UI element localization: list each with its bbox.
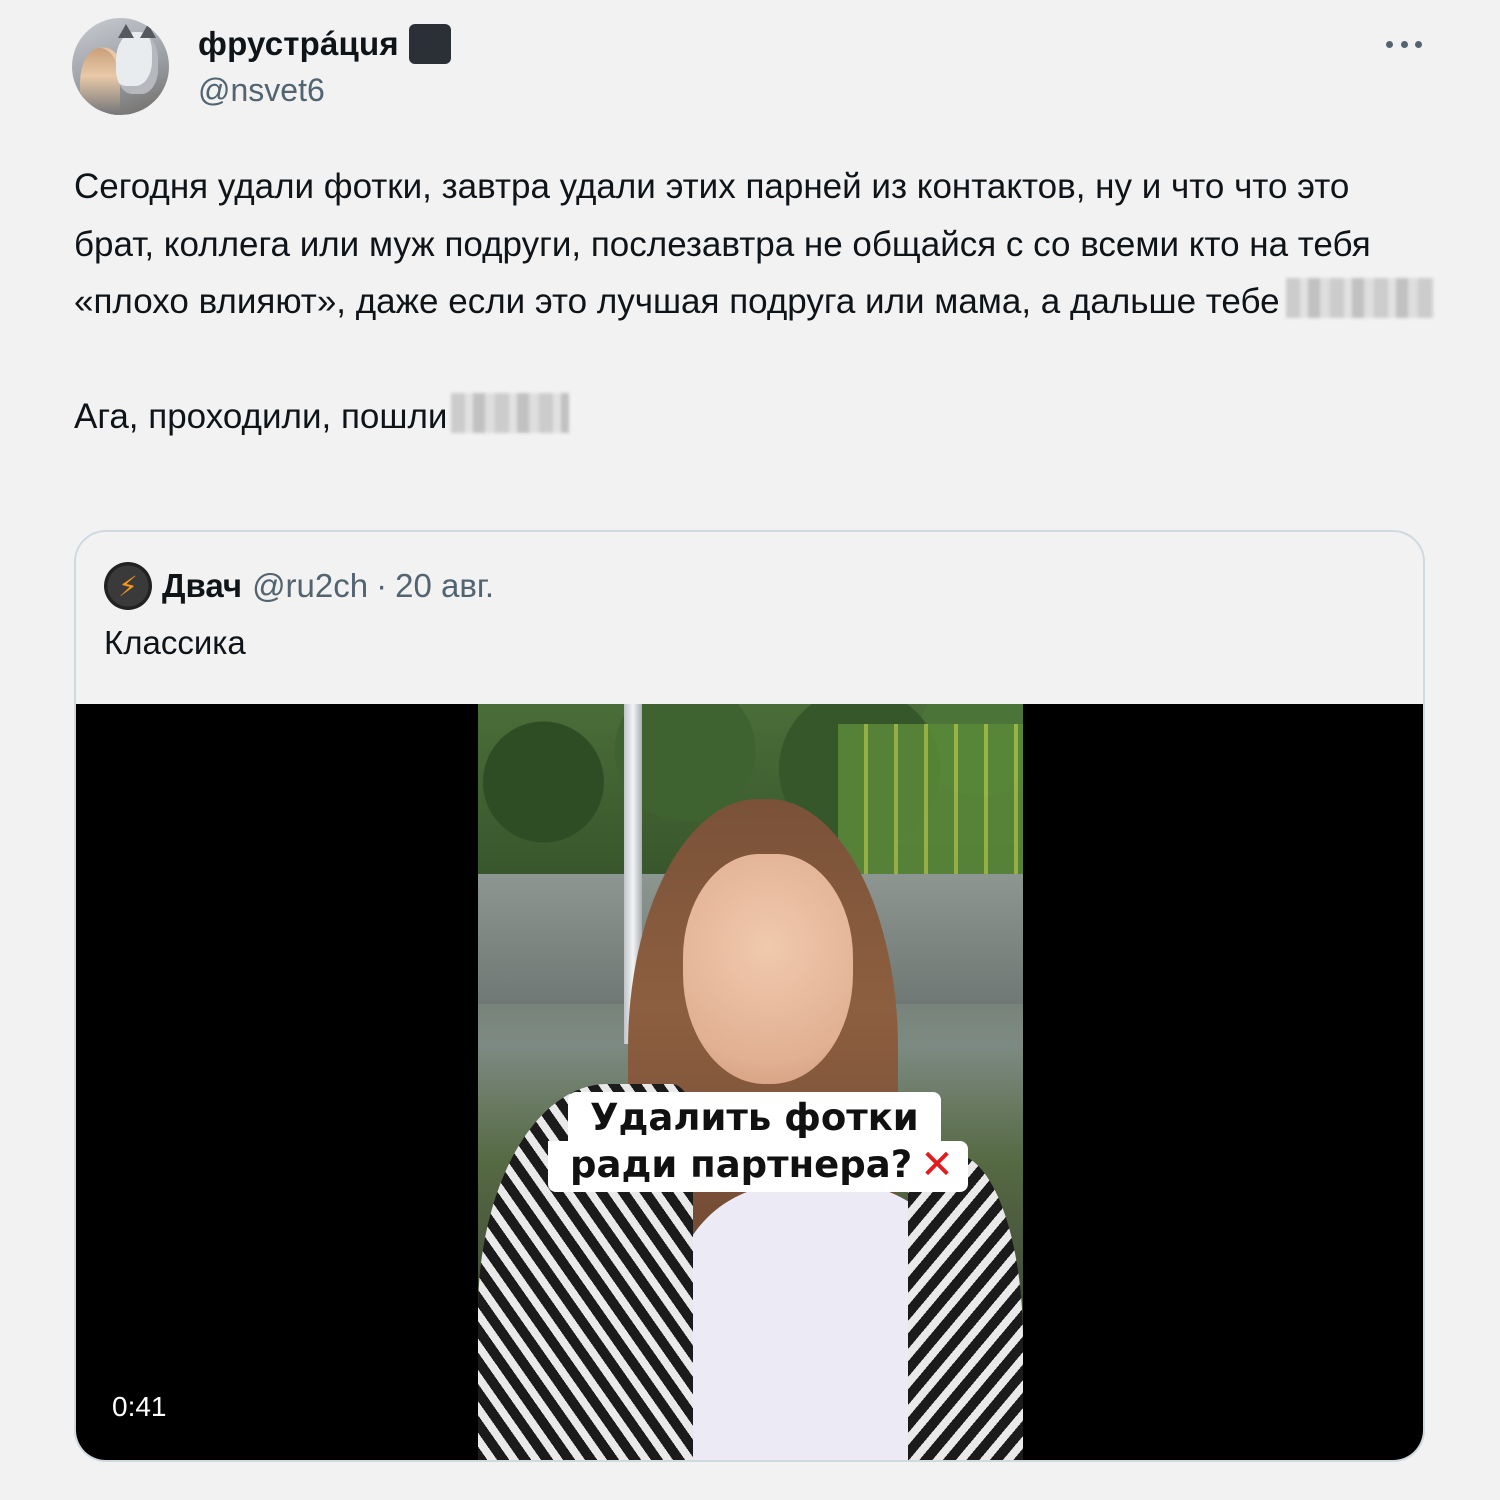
video-player[interactable]: Удалить фотки ради партнера? ✕ 0:41 (76, 704, 1423, 1460)
author-handle[interactable]: @nsvet6 (198, 72, 325, 109)
blurred-censor-icon (1285, 278, 1434, 318)
quoted-separator: · (376, 567, 388, 604)
quoted-header: Двач @ru2ch · 20 авг. (162, 562, 494, 610)
more-dot-icon (1400, 40, 1408, 48)
video-frame: Удалить фотки ради партнера? ✕ (478, 704, 1023, 1460)
video-duration: 0:41 (104, 1389, 175, 1425)
tweet-paragraph-1-text: Сегодня удали фотки, завтра удали этих п… (74, 167, 1371, 321)
video-jacket-right (908, 1154, 1023, 1460)
quoted-display-name[interactable]: Двач (162, 567, 242, 605)
quoted-date[interactable]: 20 авг. (395, 567, 494, 605)
tweet-paragraph-2-text: Ага, проходили, пошли (74, 396, 448, 436)
video-caption-line-2-text: ради партнера? (570, 1143, 913, 1186)
video-caption-line-2: ради партнера? ✕ (548, 1141, 968, 1192)
quoted-text: Классика (104, 624, 246, 661)
tweet-text: Сегодня удали фотки, завтра удали этих п… (74, 158, 1434, 445)
more-dot-icon (1415, 40, 1422, 48)
red-cross-icon: ✕ (920, 1141, 954, 1188)
tweet-paragraph-1: Сегодня удали фотки, завтра удали этих п… (74, 158, 1434, 331)
blurred-censor-icon (451, 392, 570, 433)
avatar-cat (116, 24, 158, 94)
name-emoji-square-icon (408, 24, 451, 64)
tweet: фрустрáцuя @nsvet6 Сегодня удали фотки, … (0, 0, 1500, 1500)
avatar-person (80, 48, 120, 115)
quoted-avatar[interactable]: ⚡ (104, 562, 152, 610)
video-caption-line-1: Удалить фотки (568, 1092, 941, 1141)
video-caption: Удалить фотки ради партнера? ✕ (548, 1092, 968, 1192)
quoted-tweet[interactable]: ⚡ Двач @ru2ch · 20 авг. Классика Удалить… (74, 530, 1425, 1462)
quoted-handle[interactable]: @ru2ch (252, 567, 368, 605)
author-avatar[interactable] (72, 18, 169, 115)
more-options-button[interactable] (1380, 28, 1428, 60)
more-dot-icon (1386, 40, 1393, 48)
author-display-name[interactable]: фрустрáцuя (198, 24, 451, 64)
tweet-paragraph-2: Ага, проходили, пошли (74, 388, 1434, 446)
author-name-text: фрустрáцuя (198, 25, 399, 62)
lightning-icon: ⚡ (118, 570, 138, 602)
video-face (683, 854, 853, 1084)
